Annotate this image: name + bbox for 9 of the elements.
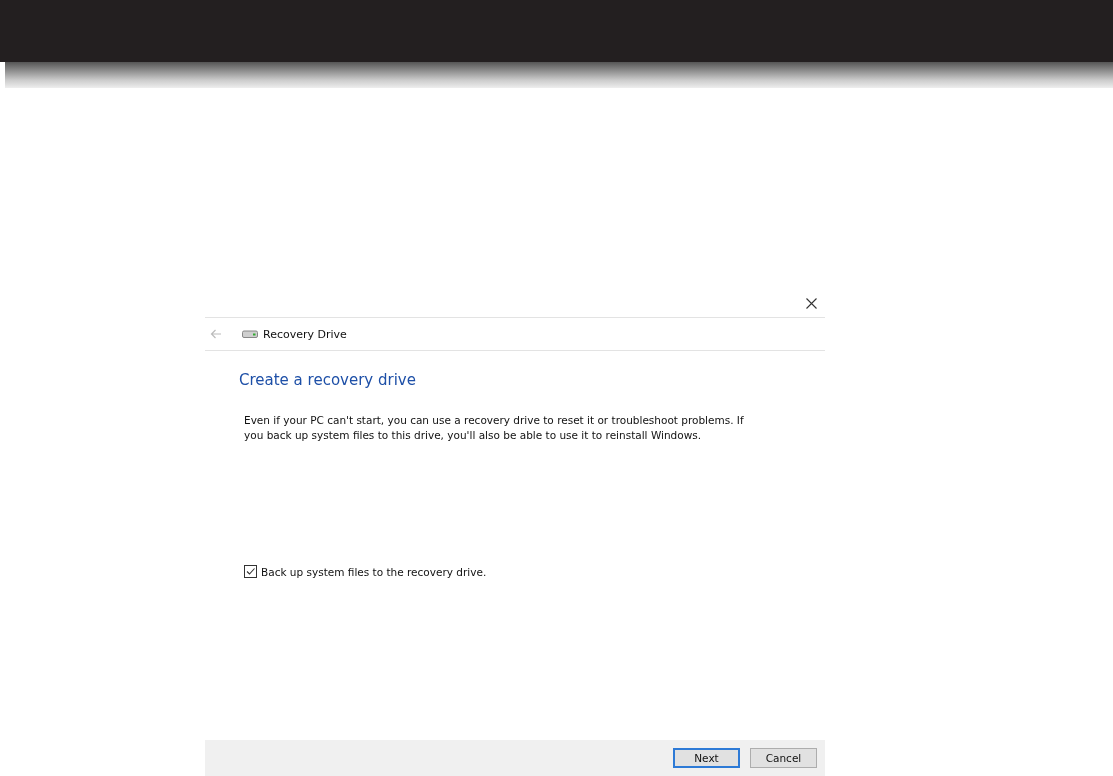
drive-icon <box>242 330 258 338</box>
dialog-button[interactable]: Cancel <box>750 748 817 768</box>
window-title: Recovery Drive <box>263 327 347 341</box>
close-icon[interactable] <box>806 298 817 309</box>
description-text: Even if your PC can't start, you can use a recovery drive to reset it or troubleshoot problems. If you back up system files to this drive, you'll also be able to use it to reinstall Windows. <box>244 413 744 443</box>
backup-checkbox[interactable] <box>244 565 257 578</box>
page-heading: Create a recovery drive <box>239 371 417 389</box>
backup-option-label: Back up system files to the recovery drive. <box>261 565 487 578</box>
dialog-button[interactable]: Next <box>673 748 740 768</box>
